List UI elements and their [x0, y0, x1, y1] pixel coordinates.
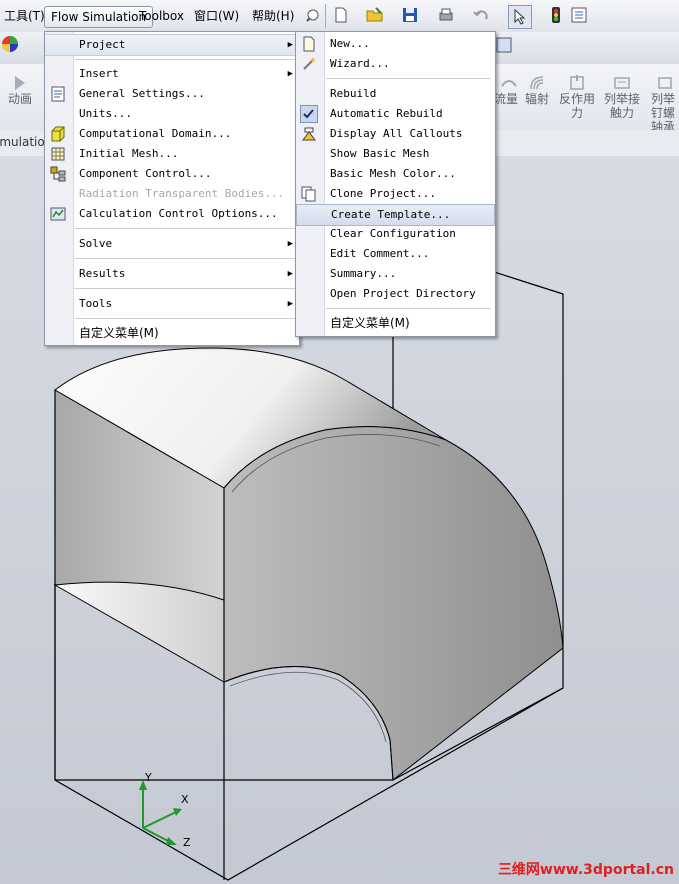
menu-item-customize-menu[interactable]: 自定义菜单(M) [296, 313, 495, 333]
initial-mesh-icon [51, 147, 65, 161]
undo-icon[interactable] [472, 6, 490, 24]
menu-toolbox[interactable]: Toolbox [135, 6, 188, 26]
menu-item-summary[interactable]: Summary... [296, 264, 495, 284]
cursor-icon [514, 9, 526, 25]
menu-tools[interactable]: 工具(T) [0, 6, 49, 26]
contact-force-label: 列举接触力 [603, 92, 640, 120]
computational-domain-icon [51, 126, 65, 142]
menu-item-initial-mesh[interactable]: Initial Mesh... [45, 144, 299, 164]
menu-item-results[interactable]: Results ▶ [45, 264, 299, 284]
open-folder-icon[interactable] [366, 6, 384, 24]
menu-item-computational-domain[interactable]: Computational Domain... [45, 124, 299, 144]
new-document-icon[interactable] [332, 6, 350, 24]
menu-item-solve[interactable]: Solve ▶ [45, 234, 299, 254]
reaction-force-icon[interactable] [568, 74, 586, 92]
reaction-force-label: 反作用力 [558, 92, 595, 120]
axis-z-label: Z [183, 836, 191, 849]
wizard-wand-icon [303, 57, 316, 70]
pin-icon[interactable] [304, 6, 322, 24]
axis-y-label: Y [145, 771, 152, 784]
bolt-force-label: 列举钉螺轴承 [650, 92, 675, 134]
radiation-label: 辐射 [524, 92, 549, 106]
callouts-icon [302, 127, 316, 141]
menu-help[interactable]: 帮助(H) [248, 6, 298, 26]
menu-item-rebuild[interactable]: Rebuild [296, 84, 495, 104]
menu-item-show-basic-mesh[interactable]: Show Basic Mesh [296, 144, 495, 164]
menu-item-project[interactable]: Project ▶ [45, 34, 299, 56]
print-icon[interactable] [437, 6, 455, 24]
select-tool-button[interactable] [508, 5, 532, 29]
contact-force-icon[interactable] [613, 74, 631, 92]
new-document-icon [303, 36, 315, 52]
menubar: 工具(T) Flow Simulation Toolbox 窗口(W) 帮助(H… [0, 0, 679, 33]
bolt-force-icon[interactable] [656, 74, 674, 92]
flow-icon[interactable] [500, 74, 518, 92]
flow-label: 流量 [494, 92, 519, 106]
menu-item-radiation-transparent-bodies: Radiation Transparent Bodies... [79, 187, 285, 200]
menu-item-new[interactable]: New... [296, 34, 495, 54]
menu-window[interactable]: 窗口(W) [190, 6, 243, 26]
component-control-icon [50, 166, 66, 182]
menu-item-open-project-directory[interactable]: Open Project Directory [296, 284, 495, 304]
check-icon [300, 105, 318, 123]
menu-item-clear-configuration[interactable]: Clear Configuration [296, 224, 495, 244]
menu-item-create-template[interactable]: Create Template... [296, 204, 495, 226]
simulation-tab[interactable]: imulatio [0, 135, 45, 149]
project-submenu: New... Wizard... Rebuild Automatic Rebui… [295, 31, 496, 337]
menu-item-component-control[interactable]: Component Control... [45, 164, 299, 184]
view-icon[interactable] [496, 37, 512, 53]
flow-simulation-menu: Project ▶ Insert ▶ General Settings... Uni… [44, 31, 300, 346]
general-settings-icon [51, 86, 65, 102]
radiation-icon[interactable] [528, 74, 546, 92]
menu-item-basic-mesh-color[interactable]: Basic Mesh Color... [296, 164, 495, 184]
appearance-icon[interactable] [1, 35, 19, 53]
save-icon[interactable] [401, 6, 419, 24]
menu-item-calculation-control-options[interactable]: Calculation Control Options... [45, 204, 299, 224]
options-icon[interactable] [570, 6, 588, 24]
play-icon[interactable] [10, 74, 28, 92]
watermark: 三维网www.3dportal.cn [497, 862, 674, 878]
menu-item-tools[interactable]: Tools ▶ [45, 294, 299, 314]
menu-item-edit-comment[interactable]: Edit Comment... [296, 244, 495, 264]
menu-item-insert[interactable]: Insert ▶ [45, 64, 299, 84]
menu-item-wizard[interactable]: Wizard... [296, 54, 495, 74]
menu-item-display-all-callouts[interactable]: Display All Callouts [296, 124, 495, 144]
menu-item-clone-project[interactable]: Clone Project... [296, 184, 495, 204]
calculation-control-icon [50, 207, 66, 221]
animate-label[interactable]: 动画 [2, 92, 38, 106]
menu-item-general-settings[interactable]: General Settings... [45, 84, 299, 104]
axis-x-label: X [181, 793, 189, 806]
menu-item-customize-menu[interactable]: 自定义菜单(M) [45, 323, 299, 343]
traffic-light-icon[interactable] [547, 6, 565, 24]
menu-item-automatic-rebuild[interactable]: Automatic Rebuild [296, 104, 495, 124]
clone-project-icon [301, 186, 316, 202]
menu-item-units[interactable]: Units... [45, 104, 299, 124]
